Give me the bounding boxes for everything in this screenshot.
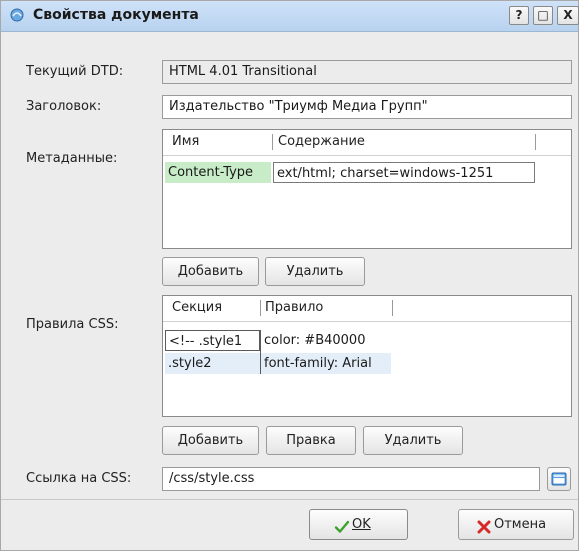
ok-button[interactable]: OK bbox=[309, 509, 408, 540]
column-header-name[interactable]: Имя bbox=[172, 134, 199, 149]
browse-button[interactable] bbox=[547, 467, 571, 491]
column-separator[interactable] bbox=[392, 300, 393, 316]
metadata-add-button[interactable]: Добавить bbox=[162, 257, 259, 286]
metadata-remove-button[interactable]: Удалить bbox=[265, 257, 365, 286]
cancel-button-label: Отмена bbox=[494, 517, 547, 532]
metadata-name-cell[interactable]: Content-Type bbox=[165, 162, 271, 183]
css-rules-table[interactable]: Секция Правило <!-- .style1 color: #B400… bbox=[162, 295, 572, 417]
css-link-label: Ссылка на CSS: bbox=[26, 471, 132, 486]
document-properties-dialog: Свойства документа ? □ X Текущий DTD: HT… bbox=[0, 0, 579, 551]
metadata-label: Метаданные: bbox=[26, 151, 118, 166]
css-remove-button[interactable]: Удалить bbox=[363, 426, 463, 455]
divider bbox=[1, 499, 578, 500]
column-header-content[interactable]: Содержание bbox=[278, 134, 365, 149]
column-header-rule[interactable]: Правило bbox=[265, 300, 323, 315]
title-label: Заголовок: bbox=[26, 99, 102, 114]
close-button[interactable]: X bbox=[557, 6, 579, 25]
dtd-field: HTML 4.01 Transitional bbox=[162, 60, 572, 84]
window-title: Свойства документа bbox=[33, 7, 199, 23]
column-header-section[interactable]: Секция bbox=[172, 300, 222, 315]
css-section-cell[interactable]: .style2 bbox=[165, 353, 260, 374]
maximize-button[interactable]: □ bbox=[533, 6, 553, 25]
app-icon bbox=[9, 7, 25, 23]
css-add-button[interactable]: Добавить bbox=[162, 426, 259, 455]
css-rule-cell[interactable]: color: #B40000 bbox=[261, 330, 391, 351]
dtd-label: Текущий DTD: bbox=[26, 64, 124, 79]
css-rules-table-header: Секция Правило bbox=[163, 296, 571, 322]
checkmark-icon bbox=[334, 517, 350, 546]
metadata-table[interactable]: Имя Содержание Content-Type ext/html; ch… bbox=[162, 129, 572, 249]
css-rule-cell[interactable]: font-family: Arial bbox=[261, 353, 391, 374]
column-divider bbox=[260, 330, 261, 374]
ok-button-label: OK bbox=[352, 517, 371, 532]
cancel-button[interactable]: Отмена bbox=[458, 509, 574, 540]
title-input[interactable]: Издательство "Триумф Медиа Групп" bbox=[162, 95, 572, 119]
column-separator[interactable] bbox=[535, 134, 536, 150]
css-rules-label: Правила CSS: bbox=[26, 317, 119, 332]
column-separator[interactable] bbox=[272, 134, 273, 150]
metadata-content-editor[interactable]: ext/html; charset=windows-1251 bbox=[273, 162, 535, 183]
metadata-table-header: Имя Содержание bbox=[163, 130, 571, 156]
css-link-input[interactable]: /css/style.css bbox=[162, 467, 540, 491]
cancel-x-icon bbox=[476, 517, 492, 546]
css-edit-button[interactable]: Правка bbox=[266, 426, 356, 455]
column-separator[interactable] bbox=[260, 300, 261, 316]
title-bar[interactable]: Свойства документа ? □ X bbox=[1, 1, 579, 32]
css-section-cell[interactable]: <!-- .style1 bbox=[165, 330, 260, 351]
help-button[interactable]: ? bbox=[509, 6, 529, 25]
